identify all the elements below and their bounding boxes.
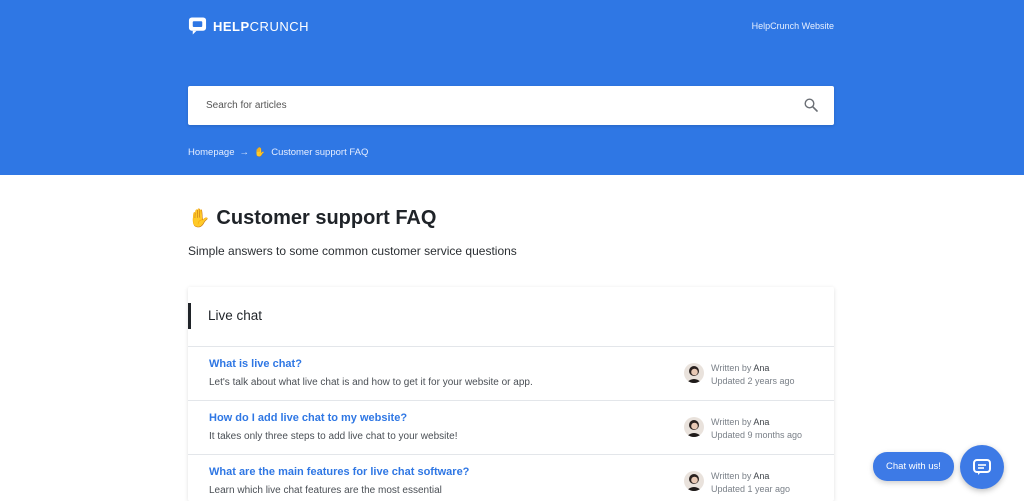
breadcrumb-current: Customer support FAQ [271, 147, 369, 158]
updated-time: Updated 1 year ago [711, 484, 791, 494]
chat-icon [973, 459, 991, 475]
breadcrumb-home-link[interactable]: Homepage [188, 147, 234, 158]
author-avatar [684, 417, 704, 437]
updated-time: Updated 2 years ago [711, 376, 795, 386]
author-name: Ana [753, 471, 770, 481]
section-title: Live chat [208, 308, 263, 323]
article-title-link[interactable]: How do I add live chat to my website? [209, 412, 407, 424]
search-input[interactable] [188, 86, 788, 125]
page-title-text: Customer support FAQ [216, 207, 437, 229]
hand-emoji-icon: ✋ [188, 208, 211, 228]
article-title-link[interactable]: What are the main features for live chat… [209, 466, 469, 478]
article-description: Learn which live chat features are the m… [209, 485, 442, 496]
article-description: Let's talk about what live chat is and h… [209, 377, 533, 388]
author-name: Ana [753, 363, 770, 373]
search-icon[interactable] [804, 98, 818, 112]
written-by-label: Written by [711, 363, 752, 373]
article-row[interactable]: What is live chat? Let's talk about what… [188, 347, 834, 401]
chat-launcher-button[interactable] [960, 445, 1004, 489]
search-box [188, 86, 834, 125]
page-title: ✋ Customer support FAQ [188, 207, 436, 230]
live-chat-section: Live chat What is live chat? Let's talk … [188, 287, 834, 501]
breadcrumb-separator: → [239, 147, 249, 158]
written-by-label: Written by [711, 417, 752, 427]
section-accent-bar [188, 303, 191, 329]
chat-logo-icon [188, 17, 207, 35]
article-description: It takes only three steps to add live ch… [209, 431, 458, 442]
hero-header: HELPCRUNCH HelpCrunch Website Homepage →… [0, 0, 1024, 175]
author-name: Ana [753, 417, 770, 427]
article-row[interactable]: What are the main features for live chat… [188, 455, 834, 501]
article-meta: Written by Ana Updated 9 months ago [711, 416, 802, 442]
logo-wordmark: HELPCRUNCH [213, 18, 310, 34]
hand-emoji-icon: ✋ [253, 147, 266, 157]
author-avatar [684, 471, 704, 491]
article-title-link[interactable]: What is live chat? [209, 358, 302, 370]
article-row[interactable]: How do I add live chat to my website? It… [188, 401, 834, 455]
written-by-label: Written by [711, 471, 752, 481]
breadcrumb: Homepage → ✋ Customer support FAQ [188, 147, 368, 158]
helpcrunch-logo[interactable]: HELPCRUNCH [188, 16, 309, 36]
author-avatar [684, 363, 704, 383]
article-meta: Written by Ana Updated 2 years ago [711, 362, 795, 388]
updated-time: Updated 9 months ago [711, 430, 803, 440]
chat-with-us-bubble[interactable]: Chat with us! [873, 452, 954, 481]
article-meta: Written by Ana Updated 1 year ago [711, 470, 790, 496]
helpcrunch-website-link[interactable]: HelpCrunch Website [752, 21, 834, 31]
page-subtitle: Simple answers to some common customer s… [188, 244, 517, 258]
section-header: Live chat [188, 287, 834, 347]
